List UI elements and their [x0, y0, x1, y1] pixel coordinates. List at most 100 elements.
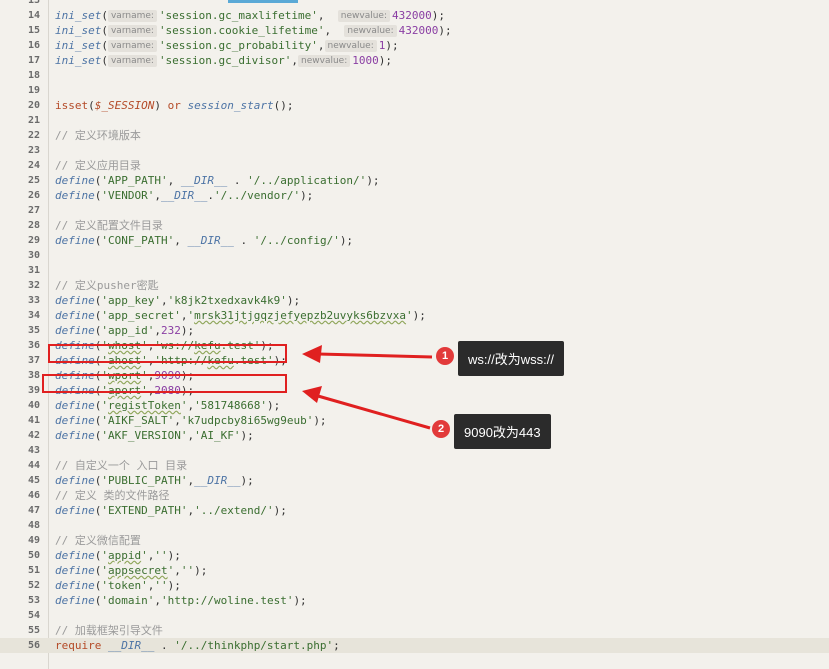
line-number: 46 — [27, 490, 40, 501]
code-text[interactable]: define('token',''); — [55, 578, 181, 593]
line-number: 40 — [27, 400, 40, 411]
code-line[interactable]: 21 — [0, 113, 829, 128]
code-line[interactable]: 50 define('appid',''); — [0, 548, 829, 563]
code-line[interactable]: 32 // 定义pusher密匙 — [0, 278, 829, 293]
code-text[interactable]: define('app_secret','mrsk31jtjgqzjefyepz… — [55, 308, 426, 323]
code-line[interactable]: 34 define('app_secret','mrsk31jtjgqzjefye… — [0, 308, 829, 323]
code-line[interactable]: 44 // 自定义一个 入口 目录 — [0, 458, 829, 473]
code-line[interactable]: 26 define('VENDOR',__DIR__.'/../vendor/')… — [0, 188, 829, 203]
code-text[interactable]: define('app_id',232); — [55, 323, 194, 338]
code-text[interactable]: define('VENDOR',__DIR__.'/../vendor/'); — [55, 188, 313, 203]
highlight-box-wport — [42, 374, 287, 393]
code-text[interactable]: ini_set(varname:'session.gc_divisor', new… — [55, 53, 392, 68]
code-editor[interactable]: 13 14 ini_set(varname:'session.gc_maxlifet… — [0, 0, 829, 669]
code-line[interactable]: 40 define('registToken','581748668'); — [0, 398, 829, 413]
code-text[interactable]: // 自定义一个 入口 目录 — [55, 458, 187, 473]
code-line[interactable]: 54 — [0, 608, 829, 623]
code-line[interactable]: 30 — [0, 248, 829, 263]
code-line[interactable]: 31 — [0, 263, 829, 278]
code-line[interactable]: 49 // 定义微信配置 — [0, 533, 829, 548]
line-number: 24 — [27, 160, 40, 171]
code-text[interactable]: define('appsecret',''); — [55, 563, 207, 578]
code-text[interactable]: define('CONF_PATH', __DIR__ . '/../confi… — [55, 233, 353, 248]
code-line[interactable]: 14 ini_set(varname:'session.gc_maxlifetim… — [0, 8, 829, 23]
line-number: 33 — [27, 295, 40, 306]
line-number: 31 — [27, 265, 40, 276]
line-number: 35 — [27, 325, 40, 336]
code-line[interactable]: 18 — [0, 68, 829, 83]
annotation-callout-2: 9090改为443 — [454, 414, 551, 449]
line-number: 17 — [27, 55, 40, 66]
code-text[interactable]: define('PUBLIC_PATH',__DIR__); — [55, 473, 254, 488]
line-number: 18 — [27, 70, 40, 81]
code-text[interactable]: define('APP_PATH', __DIR__ . '/../applic… — [55, 173, 380, 188]
highlight-box-whost — [48, 344, 287, 363]
code-line[interactable]: 25 define('APP_PATH', __DIR__ . '/../appl… — [0, 173, 829, 188]
code-line[interactable]: 33 define('app_key','k8jk2txedxavk4k9'); — [0, 293, 829, 308]
code-text[interactable]: define('AKF_VERSION','AI_KF'); — [55, 428, 254, 443]
code-text[interactable]: ini_set(varname:'session.gc_probability'… — [55, 38, 399, 53]
code-line[interactable]: 15 ini_set(varname:'session.cookie_lifeti… — [0, 23, 829, 38]
code-text[interactable]: // 定义配置文件目录 — [55, 218, 163, 233]
code-line[interactable]: 53 define('domain','http://woline.test'); — [0, 593, 829, 608]
code-line[interactable]: 17 ini_set(varname:'session.gc_divisor', n… — [0, 53, 829, 68]
code-line[interactable]: 13 — [0, 0, 829, 8]
code-line[interactable]: 45 define('PUBLIC_PATH',__DIR__); — [0, 473, 829, 488]
code-line[interactable]: 55 // 加载框架引导文件 — [0, 623, 829, 638]
code-text[interactable]: // 定义pusher密匙 — [55, 278, 159, 293]
line-number: 51 — [27, 565, 40, 576]
code-text[interactable]: // 定义 类的文件路径 — [55, 488, 170, 503]
line-number: 16 — [27, 40, 40, 51]
code-line[interactable]: 51 define('appsecret',''); — [0, 563, 829, 578]
line-number: 45 — [27, 475, 40, 486]
code-text[interactable]: // 定义环境版本 — [55, 128, 141, 143]
code-text[interactable]: ini_set(varname:'session.gc_maxlifetime'… — [55, 8, 445, 23]
code-text[interactable]: // 定义应用目录 — [55, 158, 141, 173]
code-line[interactable]: 19 — [0, 83, 829, 98]
code-line[interactable]: 23 — [0, 143, 829, 158]
code-line[interactable]: 46 // 定义 类的文件路径 — [0, 488, 829, 503]
line-number: 43 — [27, 445, 40, 456]
code-line[interactable]: 27 — [0, 203, 829, 218]
line-number: 52 — [27, 580, 40, 591]
line-number: 26 — [27, 190, 40, 201]
code-text[interactable]: define('AIKF_SALT','k7udpcby8i65wg9eub')… — [55, 413, 327, 428]
line-number: 13 — [27, 0, 40, 6]
code-text[interactable]: define('EXTEND_PATH','../extend/'); — [55, 503, 287, 518]
line-number: 37 — [27, 355, 40, 366]
line-number: 14 — [27, 10, 40, 21]
line-number: 30 — [27, 250, 40, 261]
code-line[interactable]: 24 // 定义应用目录 — [0, 158, 829, 173]
code-line[interactable]: 43 — [0, 443, 829, 458]
line-number: 25 — [27, 175, 40, 186]
code-text[interactable]: // 加载框架引导文件 — [55, 623, 163, 638]
line-number: 34 — [27, 310, 40, 321]
code-line[interactable]: 22 // 定义环境版本 — [0, 128, 829, 143]
code-line[interactable]: 47 define('EXTEND_PATH','../extend/'); — [0, 503, 829, 518]
code-line[interactable]: 16 ini_set(varname:'session.gc_probabilit… — [0, 38, 829, 53]
line-number: 29 — [27, 235, 40, 246]
line-number: 44 — [27, 460, 40, 471]
code-line[interactable]: 56 require __DIR__ . '/../thinkphp/start.… — [0, 638, 829, 653]
code-text[interactable]: define('appid',''); — [55, 548, 181, 563]
code-line[interactable]: 28 // 定义配置文件目录 — [0, 218, 829, 233]
code-text[interactable]: define('registToken','581748668'); — [55, 398, 280, 413]
code-line[interactable]: 52 define('token',''); — [0, 578, 829, 593]
code-line[interactable]: 48 — [0, 518, 829, 533]
code-text[interactable]: define('app_key','k8jk2txedxavk4k9'); — [55, 293, 300, 308]
code-line[interactable]: 29 define('CONF_PATH', __DIR__ . '/../con… — [0, 233, 829, 248]
code-line[interactable]: 20 isset($_SESSION) or session_start(); — [0, 98, 829, 113]
code-text[interactable]: define('domain','http://woline.test'); — [55, 593, 307, 608]
code-text[interactable]: isset($_SESSION) or session_start(); — [55, 98, 293, 113]
code-text[interactable]: ini_set(varname:'session.cookie_lifetime… — [55, 23, 452, 38]
line-number: 15 — [27, 25, 40, 36]
code-line[interactable]: 35 define('app_id',232); — [0, 323, 829, 338]
code-line[interactable]: 42 define('AKF_VERSION','AI_KF'); — [0, 428, 829, 443]
annotation-badge-1: 1 — [436, 347, 454, 365]
code-text[interactable]: require __DIR__ . '/../thinkphp/start.ph… — [55, 638, 340, 653]
line-number: 53 — [27, 595, 40, 606]
line-number: 22 — [27, 130, 40, 141]
code-text[interactable]: // 定义微信配置 — [55, 533, 141, 548]
line-number: 49 — [27, 535, 40, 546]
code-line[interactable]: 41 define('AIKF_SALT','k7udpcby8i65wg9eub… — [0, 413, 829, 428]
